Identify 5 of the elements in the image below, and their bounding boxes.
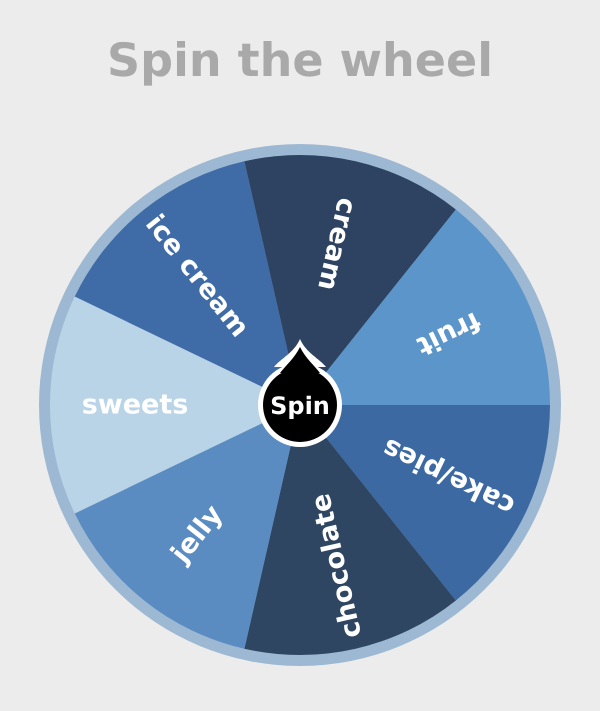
segment-label: fruit xyxy=(412,305,486,362)
segment-label: chocolate xyxy=(305,490,368,641)
segment-label: sweets xyxy=(82,390,188,420)
page-title: Spin the wheel xyxy=(106,32,494,89)
segment-label: cream xyxy=(311,194,362,294)
